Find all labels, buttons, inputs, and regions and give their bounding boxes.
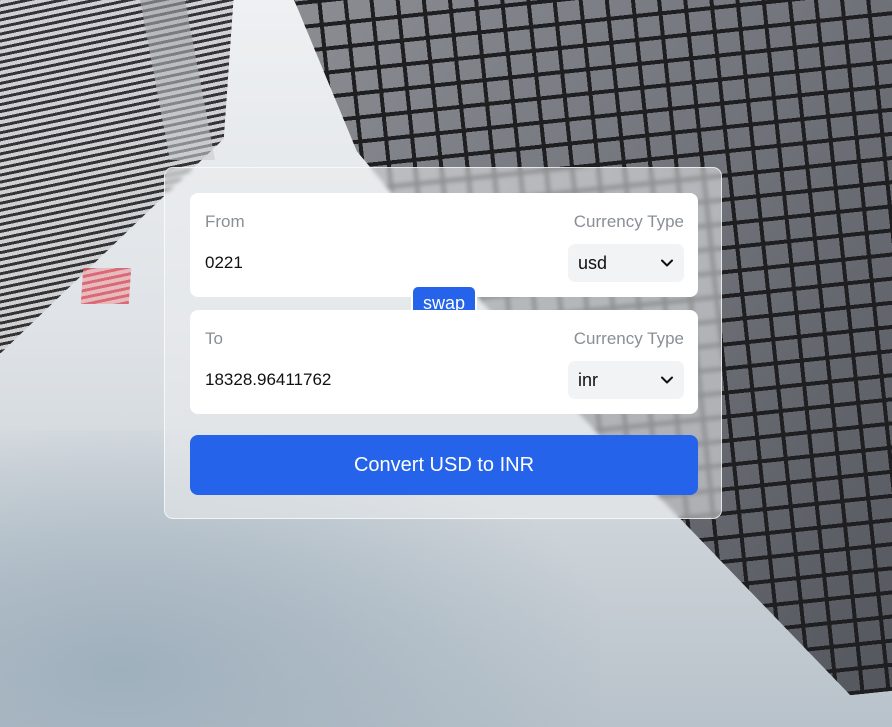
from-amount-input[interactable] [205,250,505,276]
chevron-down-icon [660,373,674,387]
to-label: To [205,329,223,348]
to-currency-select[interactable]: inr [568,361,684,399]
from-currency-select[interactable]: usd [568,244,684,282]
chevron-down-icon [660,256,674,270]
to-currency-value: inr [578,369,599,390]
building-sign [80,268,132,304]
convert-button[interactable]: Convert USD to INR [190,435,698,495]
from-section: From Currency Type usd [190,193,698,297]
from-label: From [205,212,245,231]
to-amount-input[interactable] [205,367,505,393]
converter-card: From Currency Type usd swap To Currency … [164,167,722,519]
to-section: To Currency Type inr [190,310,698,414]
to-currency-type-label: Currency Type [573,329,684,348]
from-currency-value: usd [578,252,608,273]
from-currency-type-label: Currency Type [573,212,684,231]
